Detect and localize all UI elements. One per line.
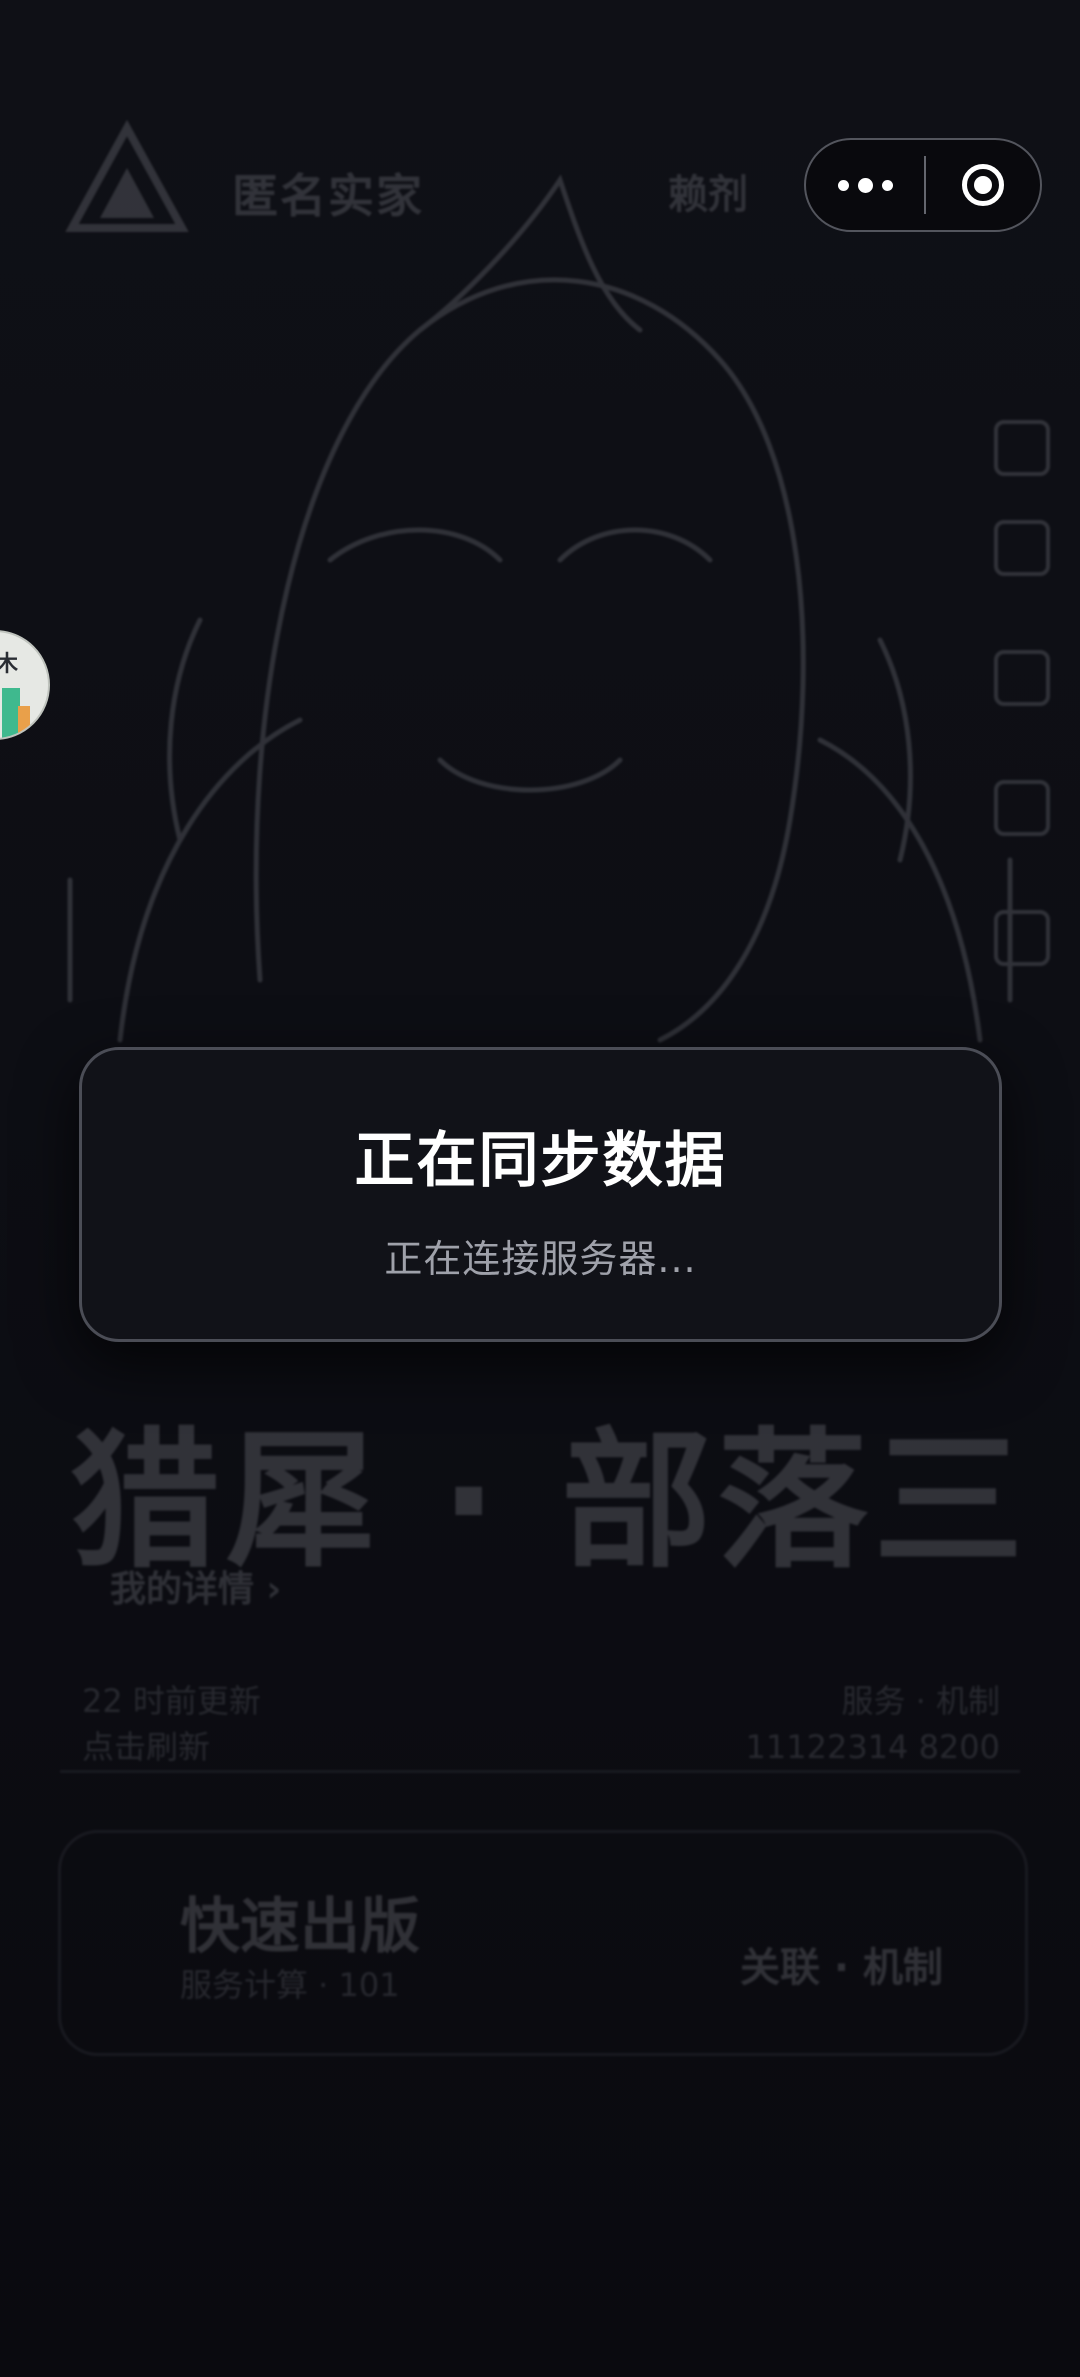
meta-left-line: 点击刷新 — [82, 1728, 211, 1766]
meta-left-line: 22 时前更新 — [82, 1682, 261, 1720]
card-subtitle: 服务计算 · 101 — [180, 1966, 400, 2004]
card-right-label: 关联 · 机制 — [740, 1945, 944, 1991]
avatar-decoration — [18, 706, 30, 738]
close-button[interactable] — [926, 140, 1040, 230]
side-tool-icon — [994, 910, 1050, 966]
more-dots-icon — [881, 179, 893, 191]
sync-title: 正在同步数据 — [354, 1126, 727, 1196]
close-circle-icon — [962, 164, 1004, 206]
sync-loading-dialog: 正在同步数据 正在连接服务器... — [79, 1047, 1002, 1342]
more-dots-icon — [837, 179, 849, 191]
meta-right: 服务 · 机制 11122314 8200 — [746, 1678, 1000, 1770]
side-tool-icon — [994, 780, 1050, 836]
app-logo-icon — [65, 119, 189, 232]
card-title: 快速出版 — [180, 1892, 420, 1962]
app-name: 匿名实家 — [232, 169, 424, 223]
meta-right-line: 服务 · 机制 — [841, 1682, 1000, 1720]
miniprogram-capsule — [804, 138, 1042, 232]
side-tool-icon — [994, 650, 1050, 706]
side-tool-icon — [994, 520, 1050, 576]
sync-subtitle: 正在连接服务器... — [384, 1237, 697, 1281]
header-right-label: 赖剂 — [668, 172, 748, 218]
meta-right-line: 11122314 8200 — [745, 1728, 1000, 1766]
divider — [60, 1770, 1020, 1773]
more-dots-icon — [857, 177, 873, 193]
app-screen: 匿名实家 赖剂 猎犀 · 部落三 我的详情 › 22 时前更新 点击刷新 服务 … — [0, 0, 1080, 2377]
more-button[interactable] — [806, 140, 924, 230]
meta-left: 22 时前更新 点击刷新 — [82, 1678, 261, 1770]
details-link: 我的详情 › — [110, 1569, 282, 1610]
side-tool-icon — [994, 420, 1050, 476]
avatar-text: 木 — [0, 646, 18, 678]
